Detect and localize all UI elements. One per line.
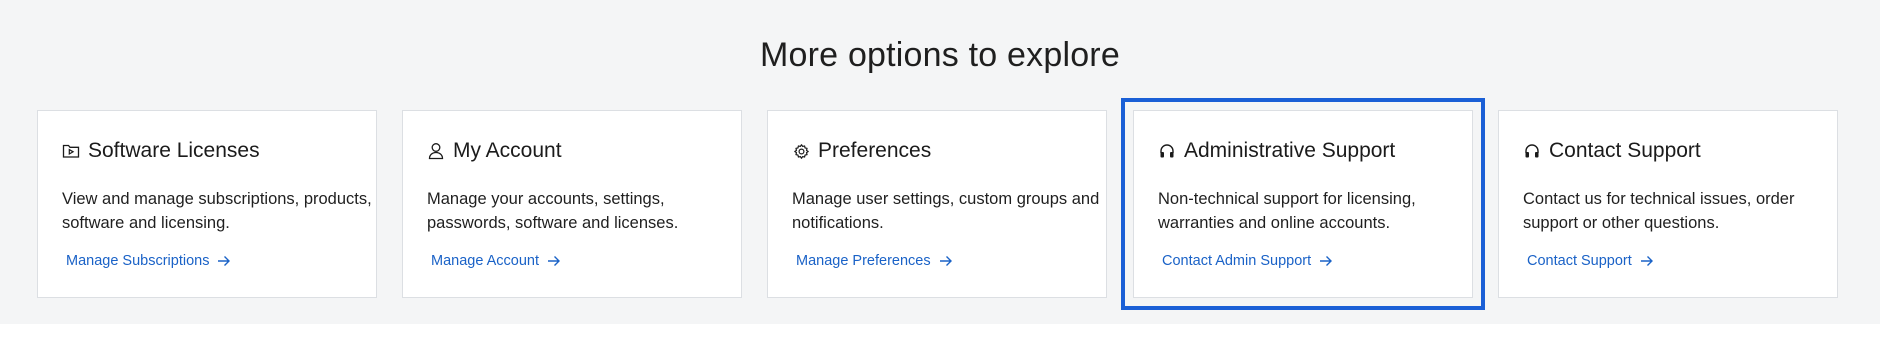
arrow-right-icon [1640, 255, 1654, 267]
headset-icon [1158, 142, 1176, 160]
link-label: Manage Preferences [796, 253, 931, 269]
contact-admin-support-link[interactable]: Contact Admin Support [1162, 253, 1333, 269]
link-label: Contact Admin Support [1162, 253, 1312, 269]
card-preferences: Preferences Manage user settings, custom… [767, 110, 1107, 298]
contact-support-link[interactable]: Contact Support [1527, 253, 1654, 269]
more-options-section: More options to explore Software License… [0, 0, 1880, 324]
link-label: Manage Subscriptions [66, 253, 210, 269]
card-title: Contact Support [1523, 139, 1701, 163]
arrow-right-icon [547, 255, 561, 267]
section-heading: More options to explore [760, 36, 1120, 74]
card-title: Administrative Support [1158, 139, 1395, 163]
link-label: Contact Support [1527, 253, 1632, 269]
card-description: View and manage subscriptions, products,… [62, 190, 372, 232]
manage-preferences-link[interactable]: Manage Preferences [796, 253, 953, 269]
arrow-right-icon [939, 255, 953, 267]
card-title: Preferences [792, 139, 931, 163]
card-title: Software Licenses [62, 139, 260, 163]
user-icon [427, 142, 445, 160]
manage-subscriptions-link[interactable]: Manage Subscriptions [66, 253, 231, 269]
card-administrative-support: Administrative Support Non-technical sup… [1121, 98, 1485, 310]
card-description: Manage user settings, custom groups and … [792, 190, 1100, 232]
card-description: Non-technical support for licensing, war… [1158, 190, 1416, 232]
card-title-label: Administrative Support [1184, 139, 1396, 162]
card-description: Contact us for technical issues, order s… [1523, 190, 1795, 232]
card-title-label: Preferences [818, 139, 932, 162]
card-title: My Account [427, 139, 562, 163]
link-label: Manage Account [431, 253, 540, 269]
gear-icon [792, 142, 810, 160]
card-title-label: My Account [453, 139, 562, 162]
card-my-account: My Account Manage your accounts, setting… [402, 110, 742, 298]
play-folder-icon [62, 142, 80, 160]
arrow-right-icon [1319, 255, 1333, 267]
card-title-label: Contact Support [1549, 139, 1701, 162]
arrow-right-icon [217, 255, 231, 267]
headset-icon [1523, 142, 1541, 160]
manage-account-link[interactable]: Manage Account [431, 253, 561, 269]
card-description: Manage your accounts, settings, password… [427, 190, 679, 232]
card-contact-support: Contact Support Contact us for technical… [1498, 110, 1838, 298]
card-title-label: Software Licenses [88, 139, 260, 162]
card-software-licenses: Software Licenses View and manage subscr… [37, 110, 377, 298]
